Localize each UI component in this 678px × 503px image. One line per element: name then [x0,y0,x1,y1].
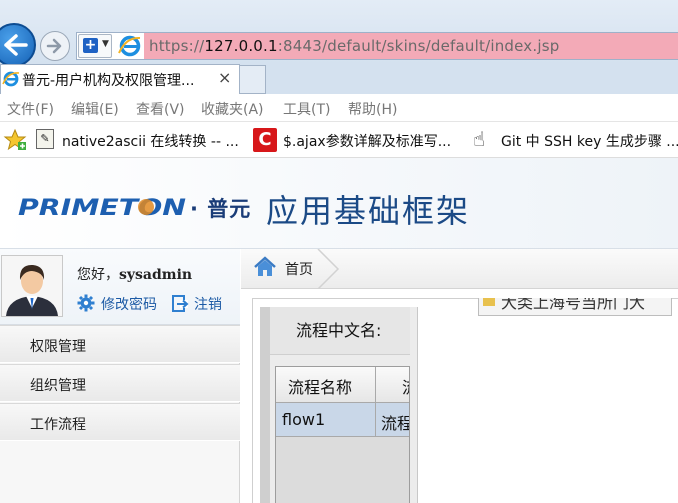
svg-text:PRIMETON: PRIMETON [18,196,186,221]
arrow-left-icon [4,34,28,56]
gear-icon[interactable] [77,294,95,312]
logout-link[interactable]: 注销 [194,294,222,314]
panel-left-border [260,307,270,503]
favorite-link-ajax[interactable]: $.ajax参数详解及标准写... [283,131,451,151]
menu-favorites[interactable]: 收藏夹(A) [201,99,264,119]
grid-header-process-name[interactable]: 流程名称 [276,367,376,403]
menu-help[interactable]: 帮助(H) [348,99,397,119]
menu-view[interactable]: 查看(V) [136,99,185,119]
avatar [1,255,63,317]
sidebar-item-workflow[interactable]: 工作流程 [0,403,240,441]
close-icon[interactable]: × [218,68,231,87]
process-name-label: 流程中文名: [296,321,382,340]
tab-title: 普元-用户机构及权限管理... [22,73,195,89]
app-title: 应用基础框架 [266,192,471,230]
new-tab-button[interactable] [240,65,266,94]
compatibility-dropdown[interactable]: + ▼ [78,34,112,58]
arrow-right-icon [46,38,62,54]
sidebar-item-permission[interactable]: 权限管理 [0,325,240,363]
favorites-star-icon[interactable] [3,128,29,154]
favorite-link-native2ascii[interactable]: native2ascii 在线转换 -- ... [62,131,239,151]
c-logo-icon: C [253,128,277,152]
url-text[interactable]: https://127.0.0.1:8443/default/skins/def… [149,37,559,55]
favorite-link-git-ssh[interactable]: Git 中 SSH key 生成步骤 ... [501,131,678,151]
cursor-logo-icon: ☝ [473,127,486,151]
ie-tab-icon [2,71,20,87]
greeting-text: 您好，sysadmin [77,267,193,283]
brand-name: · 普元 [190,197,252,221]
home-icon [254,256,276,276]
menu-edit[interactable]: 编辑(E) [71,99,119,119]
menu-file[interactable]: 文件(F) [7,99,54,119]
grid-header-column-2[interactable]: 流 [376,367,409,403]
menu-tools[interactable]: 工具(T) [283,99,330,119]
table-cell[interactable]: flow1 [276,403,376,437]
sidebar-item-label: 权限管理 [30,339,86,355]
logout-icon[interactable] [171,295,189,313]
folder-icon [483,298,495,306]
primeton-logo: PRIMETON [18,196,186,221]
table-cell[interactable]: 流程 [376,403,409,437]
toolbar-button[interactable]: 大类上海号当所门大 [478,298,672,316]
user-avatar-icon [2,256,62,316]
ie-logo-icon [118,35,141,57]
sidebar-item-organization[interactable]: 组织管理 [0,364,240,402]
back-button[interactable] [0,23,36,67]
sidebar-item-label: 组织管理 [30,378,86,394]
change-password-link[interactable]: 修改密码 [101,294,157,314]
breadcrumb-separator [317,249,340,289]
add-site-icon: + [83,37,98,53]
page-icon: ✎ [36,129,54,149]
forward-button[interactable] [40,31,70,61]
process-grid: 流程名称 流 flow1 流程 [275,366,410,503]
chevron-down-icon: ▼ [102,39,109,49]
tab-home[interactable]: 首页 [285,259,313,279]
sidebar-item-label: 工作流程 [30,417,86,433]
